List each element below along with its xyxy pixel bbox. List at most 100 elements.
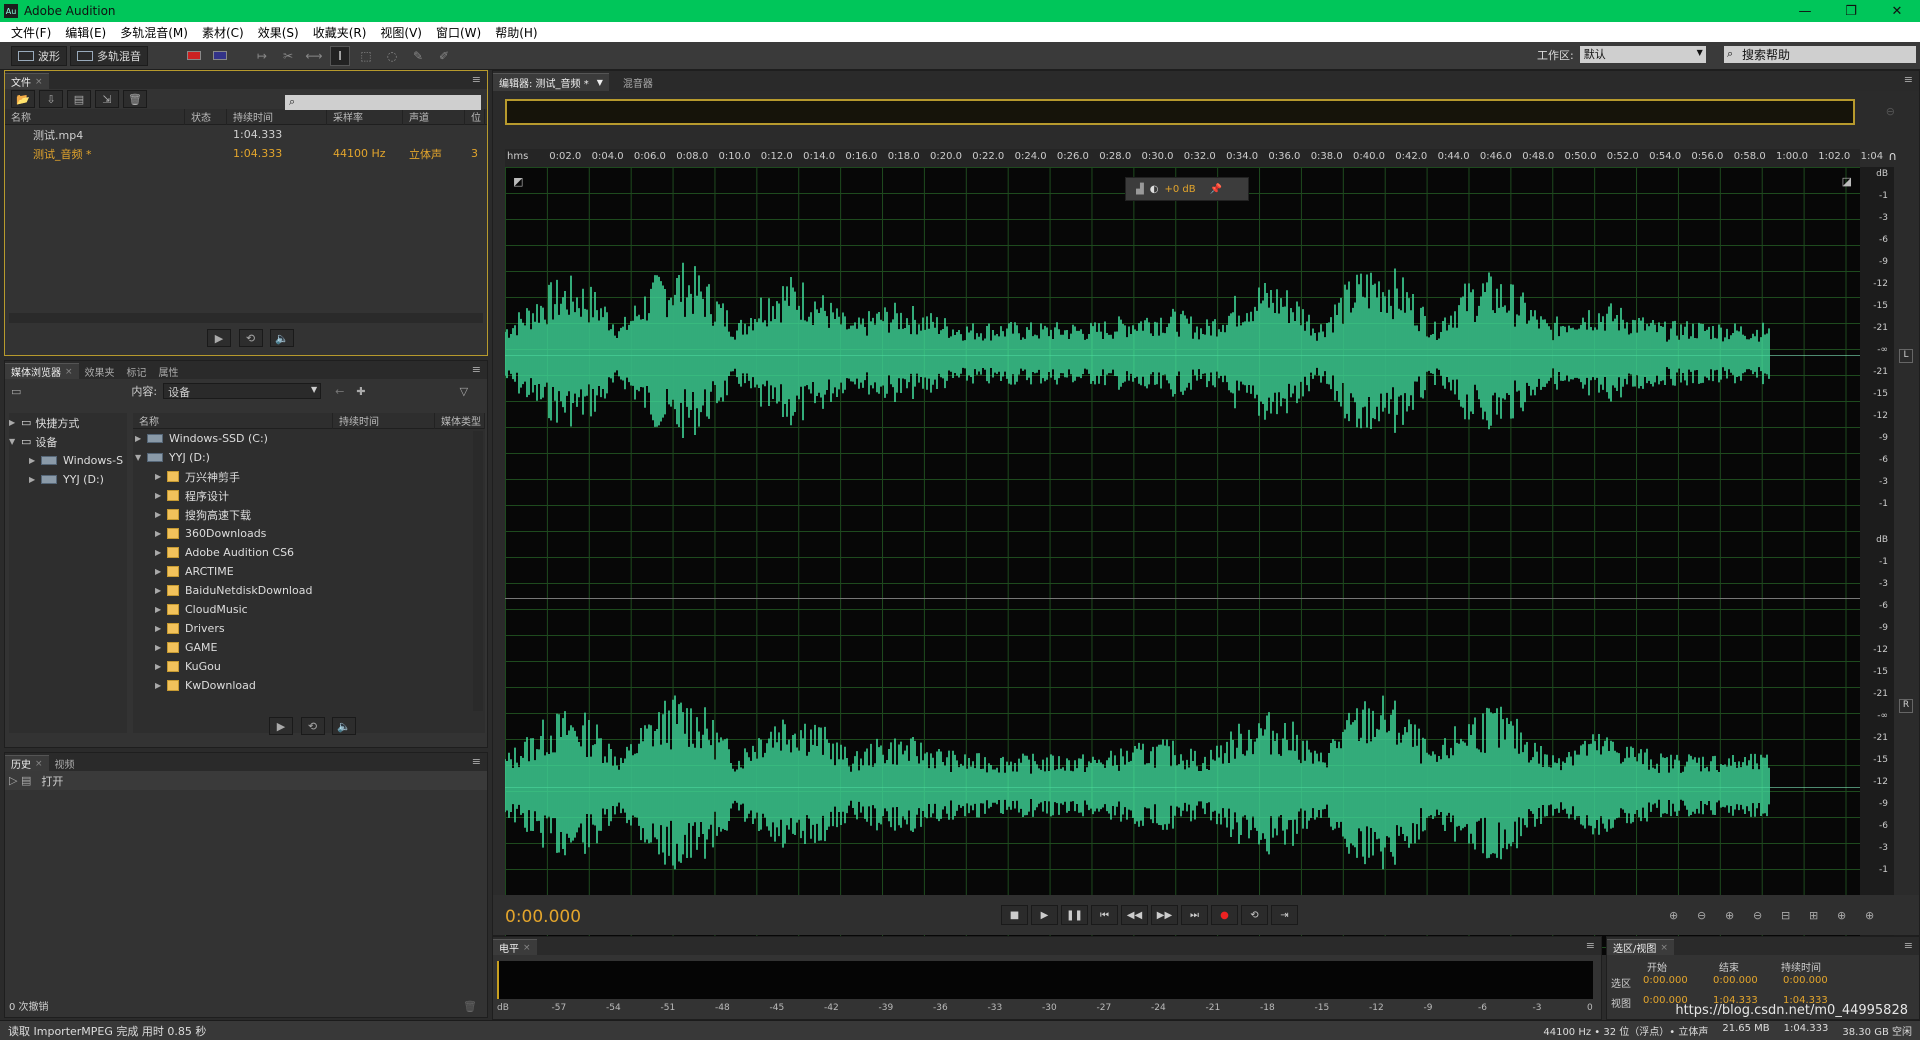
import-icon[interactable]: ⇩ <box>39 90 63 108</box>
record-icon[interactable]: ● <box>1211 905 1238 925</box>
zoom-out-full-icon[interactable]: ⊟ <box>1781 909 1809 922</box>
col-name[interactable]: 名称 <box>133 412 333 429</box>
slip-tool-icon[interactable]: ⟷ <box>304 46 324 66</box>
auto-play-icon[interactable]: 🔈 <box>270 329 294 347</box>
pause-icon[interactable]: ❚❚ <box>1061 905 1088 925</box>
zoom-in-right-icon[interactable]: ⊕ <box>1865 909 1893 922</box>
tree-item[interactable]: ▶ ARCTIME <box>135 562 485 581</box>
loop-playback-icon[interactable]: ⟲ <box>1241 905 1268 925</box>
spot-healing-icon[interactable]: ✐ <box>434 46 454 66</box>
overview-bar[interactable] <box>505 99 1855 125</box>
multitrack-view-button[interactable]: 多轨混音 <box>70 45 148 66</box>
back-arrow-icon[interactable]: ← <box>335 385 344 398</box>
skip-selection-icon[interactable]: ⇥ <box>1271 905 1298 925</box>
zoom-out-full-icon[interactable]: ⊖ <box>1886 105 1895 118</box>
col-media-type[interactable]: 媒体类型 <box>435 412 485 429</box>
panel-menu-icon[interactable]: ≡ <box>472 755 481 768</box>
tree-item[interactable]: ▶ 程序设计 <box>135 486 485 505</box>
lasso-tool-icon[interactable]: ◌ <box>382 46 402 66</box>
tree-item[interactable]: ▶ Adobe Audition CS6 <box>135 543 485 562</box>
close-icon[interactable]: ✕ <box>1874 0 1920 22</box>
close-icon[interactable]: × <box>35 77 43 87</box>
channel-right-button[interactable]: R <box>1899 699 1913 713</box>
corner-handle-icon[interactable]: ◩ <box>513 175 523 188</box>
vertical-scrollbar[interactable] <box>473 431 483 711</box>
tree-item[interactable]: ▼ YYJ (D:) <box>135 448 485 467</box>
close-icon[interactable]: × <box>65 367 73 377</box>
files-search-input[interactable]: ⌕ <box>285 95 481 110</box>
gain-hud[interactable]: ▟ ◐ +0 dB 📌 <box>1125 177 1249 201</box>
tab-properties[interactable]: 属性 <box>153 363 185 379</box>
menu-window[interactable]: 窗口(W) <box>429 24 488 41</box>
current-time[interactable]: 0:00.000 <box>505 907 581 927</box>
loop-preview-icon[interactable]: ⟲ <box>238 329 263 347</box>
close-icon[interactable]: × <box>523 943 531 953</box>
selection-end[interactable]: 0:00.000 <box>1713 975 1783 990</box>
file-row[interactable]: 测试_音频 * 1:04.333 44100 Hz 立体声 3 <box>5 144 487 163</box>
menu-help[interactable]: 帮助(H) <box>488 24 544 41</box>
panel-menu-icon[interactable]: ≡ <box>472 73 481 86</box>
drive-toggle-icon[interactable]: ▭ <box>11 385 21 398</box>
filter-icon[interactable]: ▽ <box>460 385 468 398</box>
col-status[interactable]: 状态 <box>185 108 227 125</box>
tree-item[interactable]: ▶ 万兴神剪手 <box>135 467 485 486</box>
col-bits[interactable]: 位 <box>465 108 485 125</box>
play-preview-icon[interactable]: ▶ <box>207 329 231 347</box>
delete-icon[interactable]: 🗑 <box>123 90 147 108</box>
help-search-input[interactable]: ⌕ 搜索帮助 <box>1724 46 1916 63</box>
tree-item[interactable]: ▶ CloudMusic <box>135 600 485 619</box>
panel-menu-icon[interactable]: ≡ <box>1586 939 1595 952</box>
menu-edit[interactable]: 编辑(E) <box>58 24 113 41</box>
tab-media-browser[interactable]: 媒体浏览器 × <box>5 363 79 379</box>
restore-icon[interactable]: ❐ <box>1828 0 1874 22</box>
insert-multitrack-icon[interactable]: ⇲ <box>95 90 119 108</box>
col-duration[interactable]: 持续时间 <box>227 108 327 125</box>
tree-item[interactable]: ▶ GAME <box>135 638 485 657</box>
panel-menu-icon[interactable]: ≡ <box>1904 939 1913 952</box>
workspace-dropdown[interactable]: 默认 <box>1579 46 1706 63</box>
play-icon[interactable]: ▶ <box>1031 905 1058 925</box>
tree-item[interactable]: ▼ ▭ 设备 <box>9 432 127 451</box>
marquee-tool-icon[interactable]: ⬚ <box>356 46 376 66</box>
menu-multitrack[interactable]: 多轨混音(M) <box>113 24 195 41</box>
tab-selection-view[interactable]: 选区/视图 × <box>1607 939 1674 955</box>
play-preview-icon[interactable]: ▶ <box>269 717 293 735</box>
col-channels[interactable]: 声道 <box>403 108 465 125</box>
tab-history[interactable]: 历史 × <box>5 755 49 771</box>
waveform-view-button[interactable]: 波形 <box>11 45 67 66</box>
loop-preview-icon[interactable]: ⟲ <box>300 717 325 735</box>
selection-duration[interactable]: 0:00.000 <box>1783 975 1853 990</box>
zoom-in-time-icon[interactable]: ⊕ <box>1725 909 1753 922</box>
tab-levels[interactable]: 电平 × <box>493 939 537 955</box>
panel-menu-icon[interactable]: ≡ <box>1904 73 1913 86</box>
pin-icon[interactable]: 📌 <box>1210 184 1222 195</box>
menu-effects[interactable]: 效果(S) <box>251 24 306 41</box>
menu-file[interactable]: 文件(F) <box>4 24 58 41</box>
move-playhead-start-icon[interactable]: ⏮ <box>1091 905 1118 925</box>
minimize-icon[interactable]: — <box>1782 0 1828 22</box>
tree-item[interactable]: ▶ Drivers <box>135 619 485 638</box>
zoom-in-amplitude-icon[interactable]: ⊕ <box>1669 909 1697 922</box>
history-item[interactable]: ▷ ▤ 打开 <box>5 771 487 790</box>
col-rate[interactable]: 采样率 <box>327 108 403 125</box>
auto-play-icon[interactable]: 🔈 <box>332 717 356 735</box>
file-row[interactable]: 测试.mp4 1:04.333 <box>5 125 487 144</box>
panel-menu-icon[interactable]: ≡ <box>472 363 481 376</box>
horizontal-scrollbar[interactable] <box>9 313 483 323</box>
menu-favorites[interactable]: 收藏夹(R) <box>306 24 374 41</box>
tree-item[interactable]: ▶ KwDownload <box>135 676 485 695</box>
volume-knob-icon[interactable]: ◐ <box>1150 184 1159 195</box>
move-tool-icon[interactable]: ↦ <box>252 46 272 66</box>
close-icon[interactable]: × <box>35 759 43 769</box>
col-duration[interactable]: 持续时间 <box>333 412 435 429</box>
stop-icon[interactable]: ■ <box>1001 905 1028 925</box>
tab-mixer[interactable]: 混音器 <box>617 73 659 91</box>
time-selection-tool-icon[interactable]: I <box>330 45 350 66</box>
spectral-frequency-icon[interactable] <box>184 46 204 66</box>
menu-clip[interactable]: 素材(C) <box>195 24 251 41</box>
channel-left-button[interactable]: L <box>1899 349 1913 363</box>
tree-item[interactable]: ▶ 360Downloads <box>135 524 485 543</box>
fast-forward-icon[interactable]: ▶▶ <box>1151 905 1178 925</box>
selection-start[interactable]: 0:00.000 <box>1643 975 1713 990</box>
zoom-in-left-icon[interactable]: ⊕ <box>1837 909 1865 922</box>
